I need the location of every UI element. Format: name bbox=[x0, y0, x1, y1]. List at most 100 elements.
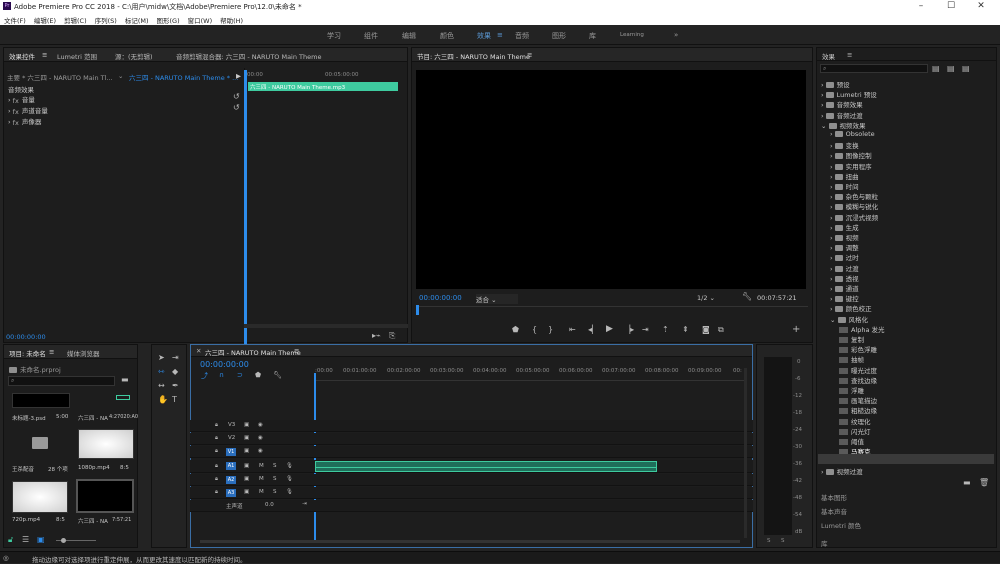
effect-item[interactable]: › 扭曲 bbox=[830, 171, 859, 181]
effect-item[interactable]: › 变换 bbox=[830, 140, 859, 150]
ec-timecode[interactable]: 00:00:00:00 bbox=[6, 333, 46, 341]
reset-icon[interactable]: ↺ bbox=[233, 92, 240, 101]
filter-icon[interactable]: ▸⌁ bbox=[372, 331, 381, 340]
meter-solo-left[interactable]: S bbox=[767, 538, 771, 544]
expand-closed-icon[interactable]: › bbox=[821, 81, 826, 89]
mute-button[interactable]: M bbox=[259, 463, 264, 469]
effect-item[interactable]: Alpha 发光 bbox=[839, 324, 885, 334]
master-volume-value[interactable]: 0.0 bbox=[265, 502, 274, 508]
expand-closed-icon[interactable]: › bbox=[830, 244, 835, 252]
expand-closed-icon[interactable]: › bbox=[830, 254, 835, 262]
program-timecode[interactable]: 00:00:00:00 bbox=[419, 294, 462, 302]
effect-item[interactable]: 纹理化 bbox=[839, 416, 871, 426]
track-label-a1[interactable]: A1 bbox=[226, 462, 236, 470]
pen-tool-icon[interactable]: ✒ bbox=[172, 381, 179, 390]
wrench-icon[interactable]: 🔧︎ bbox=[742, 292, 752, 301]
add-marker-icon[interactable]: ⬟ bbox=[255, 371, 261, 379]
panel-libraries[interactable]: 库 bbox=[821, 538, 828, 548]
menu-clip[interactable]: 剪辑(C) bbox=[60, 13, 91, 25]
effect-item[interactable]: › 音频效果 bbox=[821, 99, 863, 109]
effects-category-video-transitions[interactable]: › 视频过渡 bbox=[821, 466, 863, 476]
fit-dropdown[interactable]: 适合 ⌄ bbox=[476, 294, 518, 304]
effect-item[interactable]: › 模糊与锐化 bbox=[830, 201, 878, 211]
zoom-slider-thumb[interactable] bbox=[61, 538, 66, 543]
expand-open-icon[interactable]: ⌄ bbox=[830, 316, 838, 324]
mark-in-icon[interactable]: { bbox=[532, 325, 537, 334]
workspace-learn[interactable]: 学习 bbox=[327, 31, 341, 41]
expand-closed-icon[interactable]: › bbox=[830, 130, 835, 138]
panel-menu-icon[interactable]: ≡ bbox=[847, 51, 852, 59]
expand-closed-icon[interactable]: › bbox=[830, 163, 835, 171]
workspace-graphics[interactable]: 图形 bbox=[552, 31, 566, 41]
ripple-edit-tool-icon[interactable]: ⇿ bbox=[158, 367, 165, 376]
workspace-effects[interactable]: 效果 bbox=[477, 31, 491, 41]
eye-icon[interactable]: ◉ bbox=[258, 422, 263, 428]
effect-item[interactable]: 复制 bbox=[839, 334, 864, 344]
track-v1[interactable] bbox=[190, 446, 753, 458]
track-label-v1[interactable]: V1 bbox=[226, 448, 236, 456]
track-v2[interactable] bbox=[190, 433, 753, 445]
maximize-icon[interactable]: ☐ bbox=[938, 0, 964, 13]
ec-playhead[interactable] bbox=[244, 70, 247, 350]
effect-item[interactable]: 阈值 bbox=[839, 436, 864, 446]
tab-effect-controls[interactable]: 效果控件 bbox=[9, 51, 35, 61]
effect-item[interactable]: › 通道 bbox=[830, 283, 859, 293]
expand-closed-icon[interactable]: › bbox=[830, 173, 835, 181]
track-label-v3[interactable]: V3 bbox=[228, 422, 235, 428]
expand-closed-icon[interactable]: › bbox=[830, 203, 835, 211]
eye-icon[interactable]: ◉ bbox=[258, 448, 263, 454]
menu-window[interactable]: 窗口(W) bbox=[184, 13, 217, 25]
thumb-psd[interactable] bbox=[12, 393, 70, 408]
hand-tool-icon[interactable]: ✋ bbox=[158, 395, 168, 404]
clip-path[interactable]: 主要 * 六三四 - NARUTO Main Tl... bbox=[7, 72, 113, 82]
effect-item-selected-row[interactable] bbox=[818, 454, 994, 464]
effect-item[interactable]: › 预设 bbox=[821, 79, 850, 89]
tab-source[interactable]: 源：(无剪辑) bbox=[115, 51, 153, 61]
effect-item[interactable]: ⌄ 视频效果 bbox=[821, 120, 866, 130]
effect-item[interactable]: › Lumetri 预设 bbox=[821, 89, 877, 99]
timeline-timecode[interactable]: 00:00:00:00 bbox=[200, 360, 249, 369]
mic-icon[interactable]: 🎙︎ bbox=[286, 476, 293, 482]
timeline-scrollbar[interactable] bbox=[200, 540, 740, 543]
project-search-input[interactable]: ⌕ bbox=[8, 376, 115, 386]
32bit-effects-icon[interactable]: ▤ bbox=[947, 64, 955, 73]
sync-lock-icon[interactable]: ▣ bbox=[244, 463, 249, 469]
quality-dropdown[interactable]: 1/2 ⌄ bbox=[697, 294, 727, 302]
effect-item[interactable]: 粗糙边缘 bbox=[839, 405, 877, 415]
minimize-icon[interactable]: – bbox=[908, 0, 934, 13]
sync-lock-icon[interactable]: ▣ bbox=[244, 448, 249, 454]
delete-icon[interactable]: 🗑︎ bbox=[979, 478, 989, 487]
sync-lock-icon[interactable]: ▣ bbox=[244, 489, 249, 495]
effect-item[interactable]: 抽帧 bbox=[839, 354, 864, 364]
menu-marker[interactable]: 标记(M) bbox=[121, 13, 153, 25]
thumb-audio[interactable] bbox=[78, 393, 134, 408]
ec-scrollbar[interactable] bbox=[244, 324, 408, 328]
workspace-editing[interactable]: 编辑 bbox=[402, 31, 416, 41]
expand-closed-icon[interactable]: › bbox=[830, 224, 835, 232]
program-video-frame[interactable] bbox=[416, 70, 806, 289]
lock-icon[interactable]: 🔒︎ bbox=[215, 422, 218, 429]
tab-audio-clip-mixer[interactable]: 音频剪辑混合器: 六三四 - NARUTO Main Theme bbox=[176, 51, 321, 61]
menu-sequence[interactable]: 序列(S) bbox=[91, 13, 121, 25]
effect-item[interactable]: › 时间 bbox=[830, 181, 859, 191]
mute-button[interactable]: M bbox=[259, 489, 264, 495]
expand-closed-icon[interactable]: › bbox=[830, 275, 835, 283]
go-to-out-icon[interactable]: ⇥ bbox=[642, 325, 649, 334]
track-label-a2[interactable]: A2 bbox=[226, 476, 236, 484]
dropdown-arrow-icon[interactable]: ⌄ bbox=[118, 72, 123, 80]
panel-menu-icon[interactable]: ≡ bbox=[527, 51, 532, 59]
linked-selection-icon[interactable]: ⊃ bbox=[237, 371, 243, 379]
expand-closed-icon[interactable]: › bbox=[830, 295, 835, 303]
icon-view-icon[interactable]: ▣ bbox=[37, 535, 45, 544]
step-back-icon[interactable]: ◂▏ bbox=[588, 325, 598, 334]
workspace-learning[interactable]: Learning bbox=[620, 32, 644, 38]
razor-tool-icon[interactable]: ◆ bbox=[172, 367, 178, 376]
effect-item[interactable]: › 杂色与颗粒 bbox=[830, 191, 878, 201]
sync-lock-icon[interactable]: ▣ bbox=[244, 476, 249, 482]
effect-item[interactable]: › 音频过渡 bbox=[821, 110, 863, 120]
expand-closed-icon[interactable]: › bbox=[821, 112, 826, 120]
expand-closed-icon[interactable]: › bbox=[830, 305, 835, 313]
effect-item[interactable]: 彩色浮雕 bbox=[839, 344, 877, 354]
sync-lock-icon[interactable]: ▣ bbox=[244, 435, 249, 441]
program-tab[interactable]: 节目: 六三四 - NARUTO Main Theme bbox=[417, 51, 530, 61]
